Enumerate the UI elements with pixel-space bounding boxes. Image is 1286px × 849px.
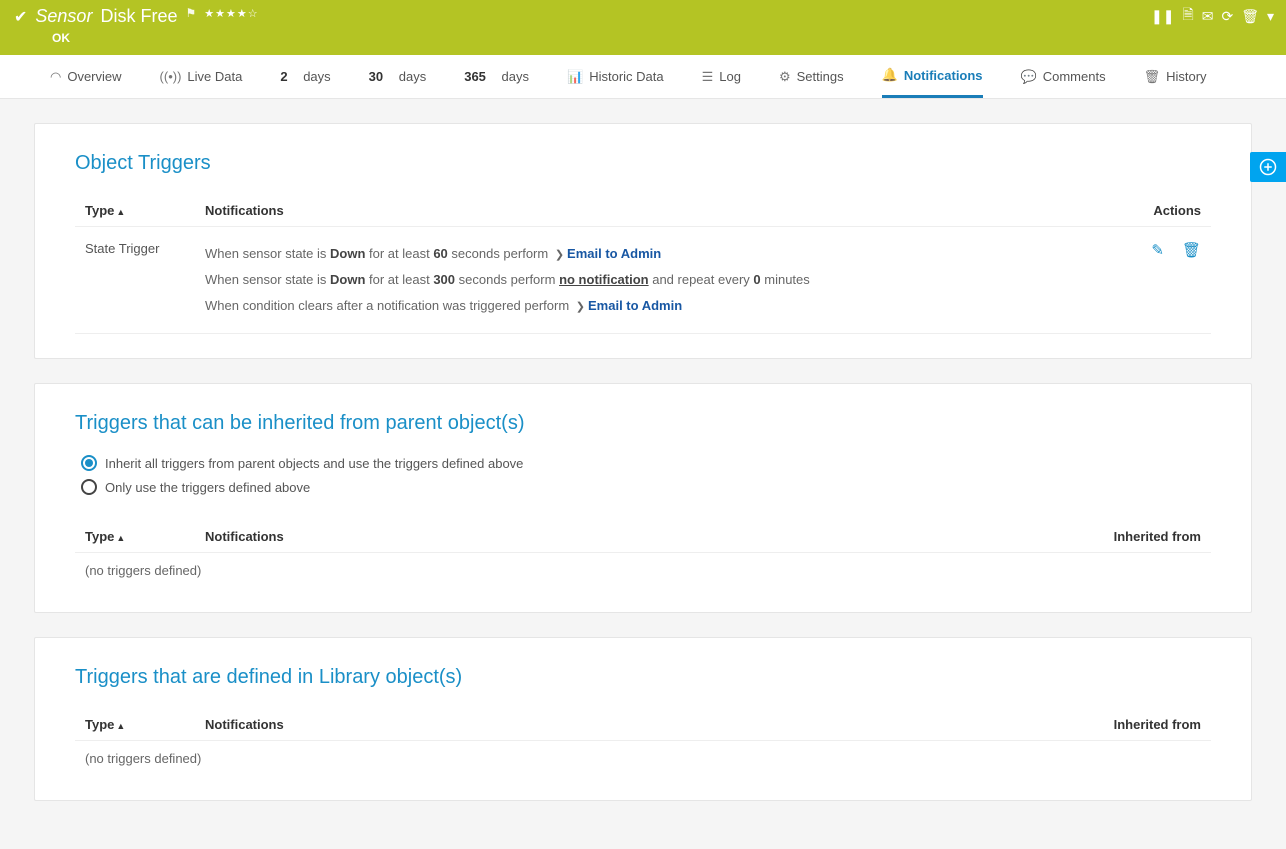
tab-overview[interactable]: ◠ Overview — [50, 55, 122, 98]
empty-row: (no triggers defined) — [75, 741, 1211, 776]
flag-icon[interactable]: ⚑ — [185, 6, 196, 20]
tab-label: Comments — [1043, 69, 1106, 84]
col-notifications-header[interactable]: Notifications — [205, 717, 1061, 732]
sensor-prefix: Sensor — [35, 6, 92, 27]
table-header: Type▲ Notifications Inherited from — [75, 709, 1211, 741]
chart-icon: 📊 — [567, 69, 583, 85]
tab-comments[interactable]: 💬 Comments — [1021, 55, 1106, 98]
refresh-icon[interactable]: ⟳ — [1221, 8, 1233, 25]
radio-icon — [81, 479, 97, 495]
tab-30-days[interactable]: 30 days — [369, 55, 427, 98]
rating-stars[interactable]: ★★★★☆ — [204, 7, 258, 20]
stars-empty: ☆ — [248, 8, 259, 20]
tab-2-days[interactable]: 2 days — [280, 55, 330, 98]
panel-title: Triggers that are defined in Library obj… — [75, 666, 1211, 689]
panel-title: Object Triggers — [75, 152, 1211, 175]
notification-link[interactable]: Email to Admin — [588, 298, 682, 313]
tab-label: Live Data — [187, 69, 242, 84]
ticket-icon[interactable]: 🗎 — [1182, 4, 1193, 28]
radio-icon — [81, 455, 97, 471]
page-header: ✔ Sensor Disk Free ⚑ ★★★★☆ OK ❚❚ 🗎 ✉ ⟳ 🗑… — [0, 0, 1286, 55]
signal-icon: ((•)) — [160, 69, 182, 84]
add-trigger-button[interactable] — [1250, 152, 1286, 182]
tab-label: Log — [719, 69, 741, 84]
table-header: Type▲ Notifications Inherited from — [75, 521, 1211, 553]
trash-icon[interactable]: 🗑 — [1241, 8, 1259, 25]
tab-num: 30 — [369, 69, 383, 84]
col-type-header[interactable]: Type▲ — [85, 203, 205, 218]
comment-icon: 💬 — [1021, 69, 1037, 85]
chevron-down-icon[interactable]: ▾ — [1267, 8, 1274, 25]
tab-live-data[interactable]: ((•)) Live Data — [160, 55, 243, 98]
tab-365-days[interactable]: 365 days — [464, 55, 529, 98]
tab-label: History — [1166, 69, 1206, 84]
gear-icon: ⚙ — [779, 69, 791, 85]
no-notification-link[interactable]: no notification — [559, 272, 649, 287]
empty-row: (no triggers defined) — [75, 553, 1211, 588]
tab-bar: ◠Overview ((•))Live Data 2 days 30 days … — [0, 55, 1286, 99]
tab-label: Notifications — [904, 68, 983, 83]
table-row: State Trigger When sensor state is Down … — [75, 227, 1211, 334]
col-actions-header: Actions — [1121, 203, 1201, 218]
tab-label: days — [502, 69, 529, 84]
pause-icon[interactable]: ❚❚ — [1151, 8, 1174, 25]
col-notifications-header[interactable]: Notifications — [205, 529, 1061, 544]
col-notifications-header[interactable]: Notifications — [205, 203, 1121, 218]
panel-object-triggers: Object Triggers Type▲ Notifications Acti… — [34, 123, 1252, 359]
tab-historic-data[interactable]: 📊 Historic Data — [567, 55, 664, 98]
sort-icon: ▲ — [116, 533, 125, 543]
tab-label: days — [303, 69, 330, 84]
tab-num: 365 — [464, 69, 486, 84]
radio-label: Inherit all triggers from parent objects… — [105, 456, 523, 471]
chevron-right-icon: ❯ — [576, 301, 585, 313]
tab-settings[interactable]: ⚙ Settings — [779, 55, 844, 98]
table-header: Type▲ Notifications Actions — [75, 195, 1211, 227]
trigger-type: State Trigger — [85, 241, 205, 319]
status-check-icon: ✔ — [14, 7, 27, 27]
plus-circle-icon — [1259, 158, 1277, 176]
trigger-notifications: When sensor state is Down for at least 6… — [205, 241, 1121, 319]
sort-icon: ▲ — [116, 207, 125, 217]
bell-icon: 🔔 — [882, 67, 898, 83]
panel-inherited-triggers: Triggers that can be inherited from pare… — [34, 383, 1252, 613]
status-badge: OK — [52, 31, 1272, 45]
mail-icon[interactable]: ✉ — [1202, 8, 1214, 25]
list-icon: ☰ — [702, 69, 714, 85]
edit-icon[interactable]: ✎ — [1151, 241, 1164, 319]
tab-log[interactable]: ☰ Log — [702, 55, 741, 98]
history-icon: 🗑 — [1144, 69, 1161, 85]
col-inherited-header[interactable]: Inherited from — [1061, 529, 1201, 544]
tab-history[interactable]: 🗑 History — [1144, 55, 1207, 98]
col-type-header[interactable]: Type▲ — [85, 529, 205, 544]
panel-title: Triggers that can be inherited from pare… — [75, 412, 1211, 435]
header-actions: ❚❚ 🗎 ✉ ⟳ 🗑 ▾ — [1151, 4, 1274, 28]
tab-notifications[interactable]: 🔔 Notifications — [882, 55, 983, 98]
row-actions: ✎ 🗑 — [1121, 241, 1201, 319]
sort-icon: ▲ — [116, 721, 125, 731]
gauge-icon: ◠ — [50, 69, 61, 85]
panel-library-triggers: Triggers that are defined in Library obj… — [34, 637, 1252, 801]
radio-only-defined[interactable]: Only use the triggers defined above — [81, 479, 1211, 495]
tab-label: Historic Data — [589, 69, 663, 84]
sensor-name: Disk Free — [100, 6, 177, 27]
tab-label: Settings — [797, 69, 844, 84]
col-type-header[interactable]: Type▲ — [85, 717, 205, 732]
stars-filled: ★★★★ — [204, 8, 247, 20]
content-area: Object Triggers Type▲ Notifications Acti… — [0, 99, 1286, 849]
tab-label: days — [399, 69, 426, 84]
chevron-right-icon: ❯ — [555, 249, 564, 261]
radio-inherit-all[interactable]: Inherit all triggers from parent objects… — [81, 455, 1211, 471]
tab-label: Overview — [67, 69, 121, 84]
notification-link[interactable]: Email to Admin — [567, 246, 661, 261]
radio-label: Only use the triggers defined above — [105, 480, 310, 495]
inherit-radio-group: Inherit all triggers from parent objects… — [75, 455, 1211, 495]
col-inherited-header[interactable]: Inherited from — [1061, 717, 1201, 732]
tab-num: 2 — [280, 69, 287, 84]
delete-icon[interactable]: 🗑 — [1182, 241, 1201, 319]
